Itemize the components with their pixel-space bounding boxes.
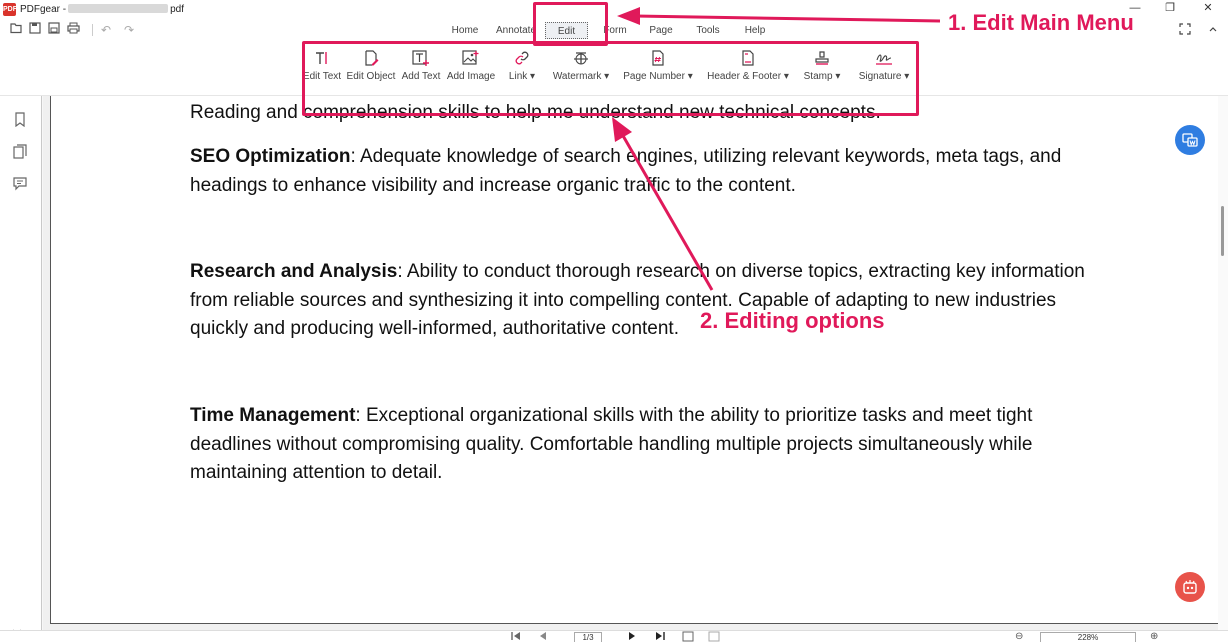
arrow-to-editing-options: [620, 133, 714, 291]
pdfgear-window: PDF PDFgear - pdf — ❐ ✕ ↶ ↷ Home Annotate…: [0, 0, 1228, 642]
editing-options-callout: 2. Editing options: [700, 308, 885, 333]
arrow-head-edit-menu: [617, 7, 640, 25]
edit-main-menu-callout: 1. Edit Main Menu: [948, 10, 1134, 35]
annotation-arrows: [612, 7, 941, 291]
arrow-head-editing-options: [612, 117, 632, 142]
arrow-to-edit-menu: [634, 14, 941, 23]
